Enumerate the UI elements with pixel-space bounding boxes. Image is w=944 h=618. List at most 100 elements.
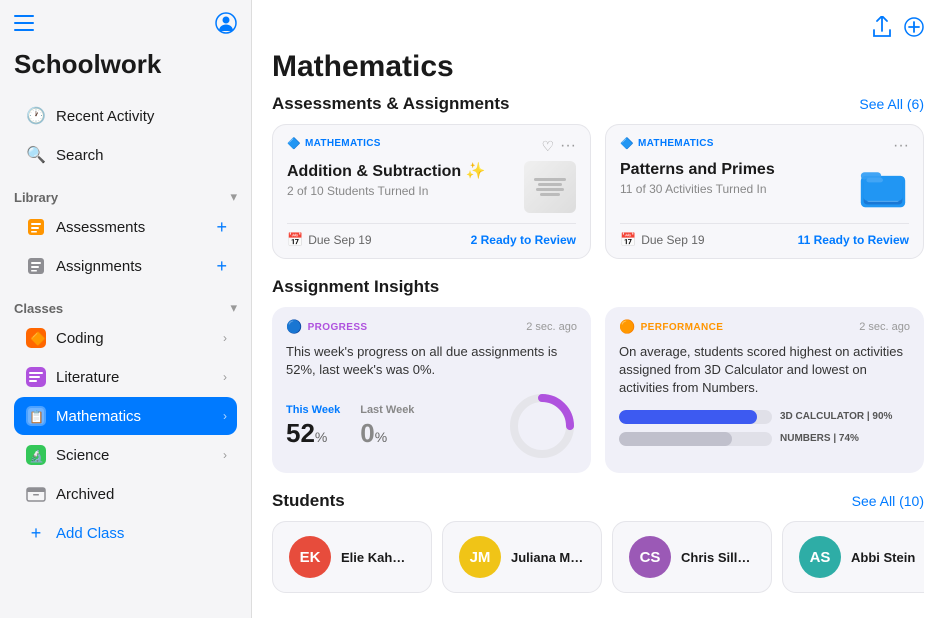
science-icon: 🔬 <box>24 443 48 467</box>
archived-icon <box>24 482 48 506</box>
assessments-add-icon[interactable]: + <box>216 217 227 238</box>
sidebar-toggle-button[interactable] <box>12 13 36 38</box>
card-1-content: Addition & Subtraction ✨ 2 of 10 Student… <box>287 161 576 213</box>
sidebar-item-add-class[interactable]: + Add Class <box>14 514 237 552</box>
more-options-icon-1[interactable]: ··· <box>560 137 576 155</box>
assignments-section-header: Assessments & Assignments See All (6) <box>272 94 924 114</box>
add-button[interactable] <box>904 17 924 43</box>
card-2-actions: ··· <box>893 137 909 155</box>
student-avatar-4: AS <box>799 536 841 578</box>
literature-chevron-icon: › <box>223 370 227 384</box>
sidebar-item-assessments[interactable]: Assessments + <box>14 208 237 246</box>
assignments-section-title: Assessments & Assignments <box>272 94 509 114</box>
card-1-thumbnail <box>524 161 576 213</box>
classes-chevron-icon: ▾ <box>230 300 237 316</box>
heart-icon-1[interactable]: ♡ <box>541 138 554 155</box>
last-week-label: Last Week <box>360 404 414 416</box>
progress-insight-card: 🔵 PROGRESS 2 sec. ago This week's progre… <box>272 307 591 473</box>
students-section-header: Students See All (10) <box>272 491 924 511</box>
performance-insight-card: 🟠 PERFORMANCE 2 sec. ago On average, stu… <box>605 307 924 473</box>
search-label: Search <box>56 147 227 164</box>
sidebar-item-search[interactable]: 🔍 Search <box>14 136 237 174</box>
progress-time: 2 sec. ago <box>526 321 577 333</box>
bar-track-1 <box>619 410 772 424</box>
main-top-bar <box>272 16 924 44</box>
bar-label-2: NUMBERS | 74% <box>780 433 910 444</box>
students-see-all-button[interactable]: See All (10) <box>852 493 924 509</box>
bar-fill-1 <box>619 410 757 424</box>
performance-text: On average, students scored highest on a… <box>619 343 910 398</box>
share-button[interactable] <box>872 16 892 44</box>
card-1-title: Addition & Subtraction ✨ <box>287 161 516 181</box>
student-avatar-3: CS <box>629 536 671 578</box>
card-1-due: 📅 Due Sep 19 <box>287 232 372 248</box>
sidebar-item-mathematics[interactable]: 📋 Mathematics › <box>14 397 237 435</box>
assignments-label: Assignments <box>56 258 216 275</box>
student-card-2[interactable]: JM Juliana Mejia <box>442 521 602 593</box>
sheet-line <box>540 193 560 196</box>
assignments-add-icon[interactable]: + <box>216 256 227 277</box>
page-title: Mathematics <box>272 50 924 84</box>
assignment-card-1[interactable]: 🔷 MATHEMATICS ♡ ··· Addition & Subtracti… <box>272 124 591 259</box>
card-2-title: Patterns and Primes <box>620 161 849 179</box>
student-card-3[interactable]: CS Chris Sillers <box>612 521 772 593</box>
sidebar-top-bar <box>0 0 251 45</box>
assignments-see-all-button[interactable]: See All (6) <box>859 96 924 112</box>
student-name-2: Juliana Mejia <box>511 550 585 565</box>
student-avatar-1: EK <box>289 536 331 578</box>
card-1-text: Addition & Subtraction ✨ 2 of 10 Student… <box>287 161 516 198</box>
assessments-label: Assessments <box>56 219 216 236</box>
last-week-suffix: % <box>375 429 387 445</box>
sheet-line <box>538 183 562 186</box>
performance-time: 2 sec. ago <box>859 321 910 333</box>
search-icon: 🔍 <box>24 143 48 167</box>
donut-container <box>434 391 577 461</box>
last-week-stat: Last Week 0% <box>360 404 414 449</box>
svg-text:📋: 📋 <box>29 410 44 424</box>
literature-icon <box>24 365 48 389</box>
profile-button[interactable] <box>213 10 239 41</box>
insights-row: 🔵 PROGRESS 2 sec. ago This week's progre… <box>272 307 924 473</box>
performance-tag: 🟠 PERFORMANCE <box>619 319 723 335</box>
sidebar-classes-section: Classes ▾ 🔶 Coding › Literature › 📋 Math… <box>0 290 251 557</box>
students-row: EK Elie Kahwagi JM Juliana Mejia CS Chri… <box>272 521 924 593</box>
more-options-icon-2[interactable]: ··· <box>893 137 909 155</box>
sidebar-item-coding[interactable]: 🔶 Coding › <box>14 319 237 357</box>
last-week-value: 0 <box>360 418 374 448</box>
coding-chevron-icon: › <box>223 331 227 345</box>
student-card-1[interactable]: EK Elie Kahwagi <box>272 521 432 593</box>
calendar-icon-2: 📅 <box>620 232 636 248</box>
sidebar-library-section: Library ▾ Assessments + Assignments + <box>0 179 251 290</box>
mathematics-chevron-icon: › <box>223 409 227 423</box>
sidebar-item-archived[interactable]: Archived <box>14 475 237 513</box>
sheet-line <box>534 178 566 181</box>
card-2-subject-tag: 🔷 MATHEMATICS <box>620 137 714 150</box>
card-1-footer: 📅 Due Sep 19 2 Ready to Review <box>287 223 576 258</box>
this-week-stat: This Week 52% <box>286 404 340 449</box>
library-label: Library <box>14 190 58 205</box>
recent-activity-label: Recent Activity <box>56 108 227 125</box>
calendar-icon-1: 📅 <box>287 232 303 248</box>
student-name-4: Abbi Stein <box>851 550 915 565</box>
archived-label: Archived <box>56 486 227 503</box>
assignment-card-2[interactable]: 🔷 MATHEMATICS ··· Patterns and Primes 11… <box>605 124 924 259</box>
math-tag-icon-1: 🔷 <box>287 137 301 150</box>
sidebar-item-literature[interactable]: Literature › <box>14 358 237 396</box>
performance-tag-icon: 🟠 <box>619 319 636 335</box>
clock-icon: 🕐 <box>24 104 48 128</box>
sidebar-item-assignments[interactable]: Assignments + <box>14 247 237 285</box>
student-avatar-2: JM <box>459 536 501 578</box>
donut-chart <box>507 391 577 461</box>
sidebar-item-science[interactable]: 🔬 Science › <box>14 436 237 474</box>
this-week-value: 52 <box>286 418 315 448</box>
card-1-subtitle: 2 of 10 Students Turned In <box>287 184 516 198</box>
classes-section-header: Classes ▾ <box>14 296 237 318</box>
card-1-subject-tag: 🔷 MATHEMATICS <box>287 137 381 150</box>
student-name-3: Chris Sillers <box>681 550 755 565</box>
student-card-4[interactable]: AS Abbi Stein <box>782 521 924 593</box>
sidebar-recent-section: 🕐 Recent Activity 🔍 Search <box>0 90 251 179</box>
sidebar-item-recent-activity[interactable]: 🕐 Recent Activity <box>14 97 237 135</box>
progress-tag: 🔵 PROGRESS <box>286 319 367 335</box>
insights-section-header: Assignment Insights <box>272 277 924 297</box>
performance-bars: 3D CALCULATOR | 90% NUMBERS | 74% <box>619 410 910 446</box>
